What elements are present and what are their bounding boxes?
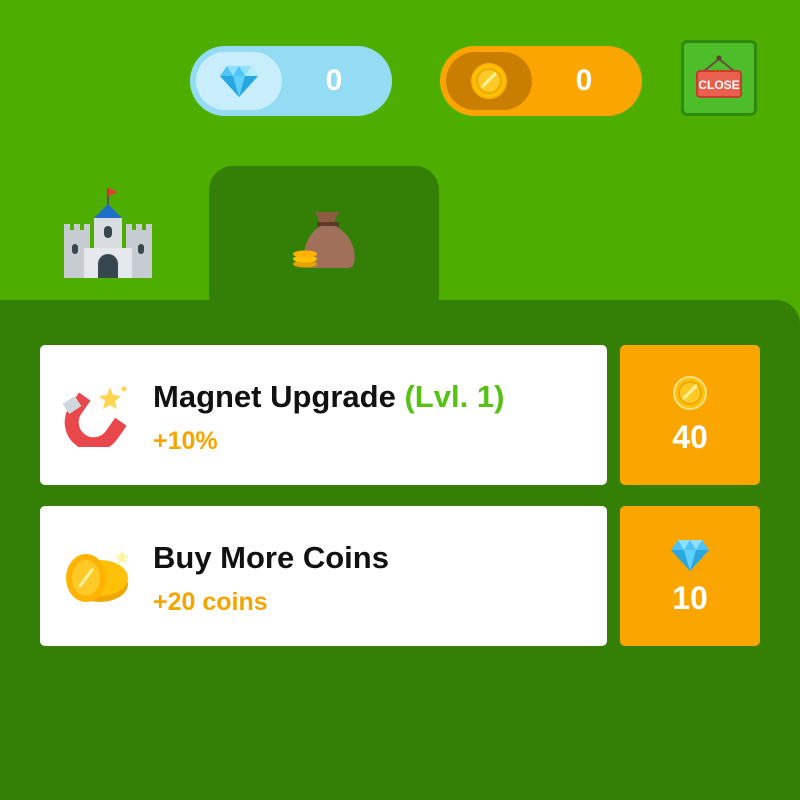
shop-item-buy-more-coins: Buy More Coins +20 coins	[40, 506, 607, 646]
buy-magnet-upgrade-button[interactable]: 40	[620, 345, 760, 485]
price-value: 40	[672, 419, 708, 455]
price-value: 10	[672, 580, 708, 616]
gem-counter: 0	[190, 46, 392, 116]
close-sign-icon: CLOSE	[696, 55, 742, 98]
coin-counter: 0	[440, 46, 642, 116]
shop-item-magnet-upgrade: Magnet Upgrade (Lvl. 1) +10%	[40, 345, 607, 485]
close-button[interactable]: CLOSE	[681, 40, 757, 116]
coin-stack-icon	[66, 550, 129, 602]
tab-castle[interactable]	[0, 168, 208, 300]
item-title-text: Magnet Upgrade	[153, 379, 396, 414]
gem-icon-wrap	[196, 52, 282, 110]
item-level: (Lvl. 1)	[404, 379, 505, 414]
buy-more-coins-button[interactable]: 10	[620, 506, 760, 646]
coin-icon	[673, 376, 707, 410]
item-title: Buy More Coins	[153, 540, 389, 575]
item-title: Magnet Upgrade (Lvl. 1)	[153, 379, 504, 415]
close-label: CLOSE	[698, 78, 739, 92]
coin-icon	[471, 63, 507, 99]
coin-count: 0	[575, 64, 593, 97]
gem-icon	[671, 540, 709, 571]
item-subtitle: +10%	[153, 427, 218, 455]
money-bag-icon	[293, 212, 355, 268]
item-subtitle: +20 coins	[153, 588, 268, 616]
magnet-icon	[62, 386, 127, 447]
coin-icon-wrap	[446, 52, 532, 110]
gem-icon	[220, 66, 258, 97]
gem-count: 0	[325, 64, 343, 97]
castle-icon	[64, 188, 152, 278]
tab-shop[interactable]	[209, 166, 439, 306]
